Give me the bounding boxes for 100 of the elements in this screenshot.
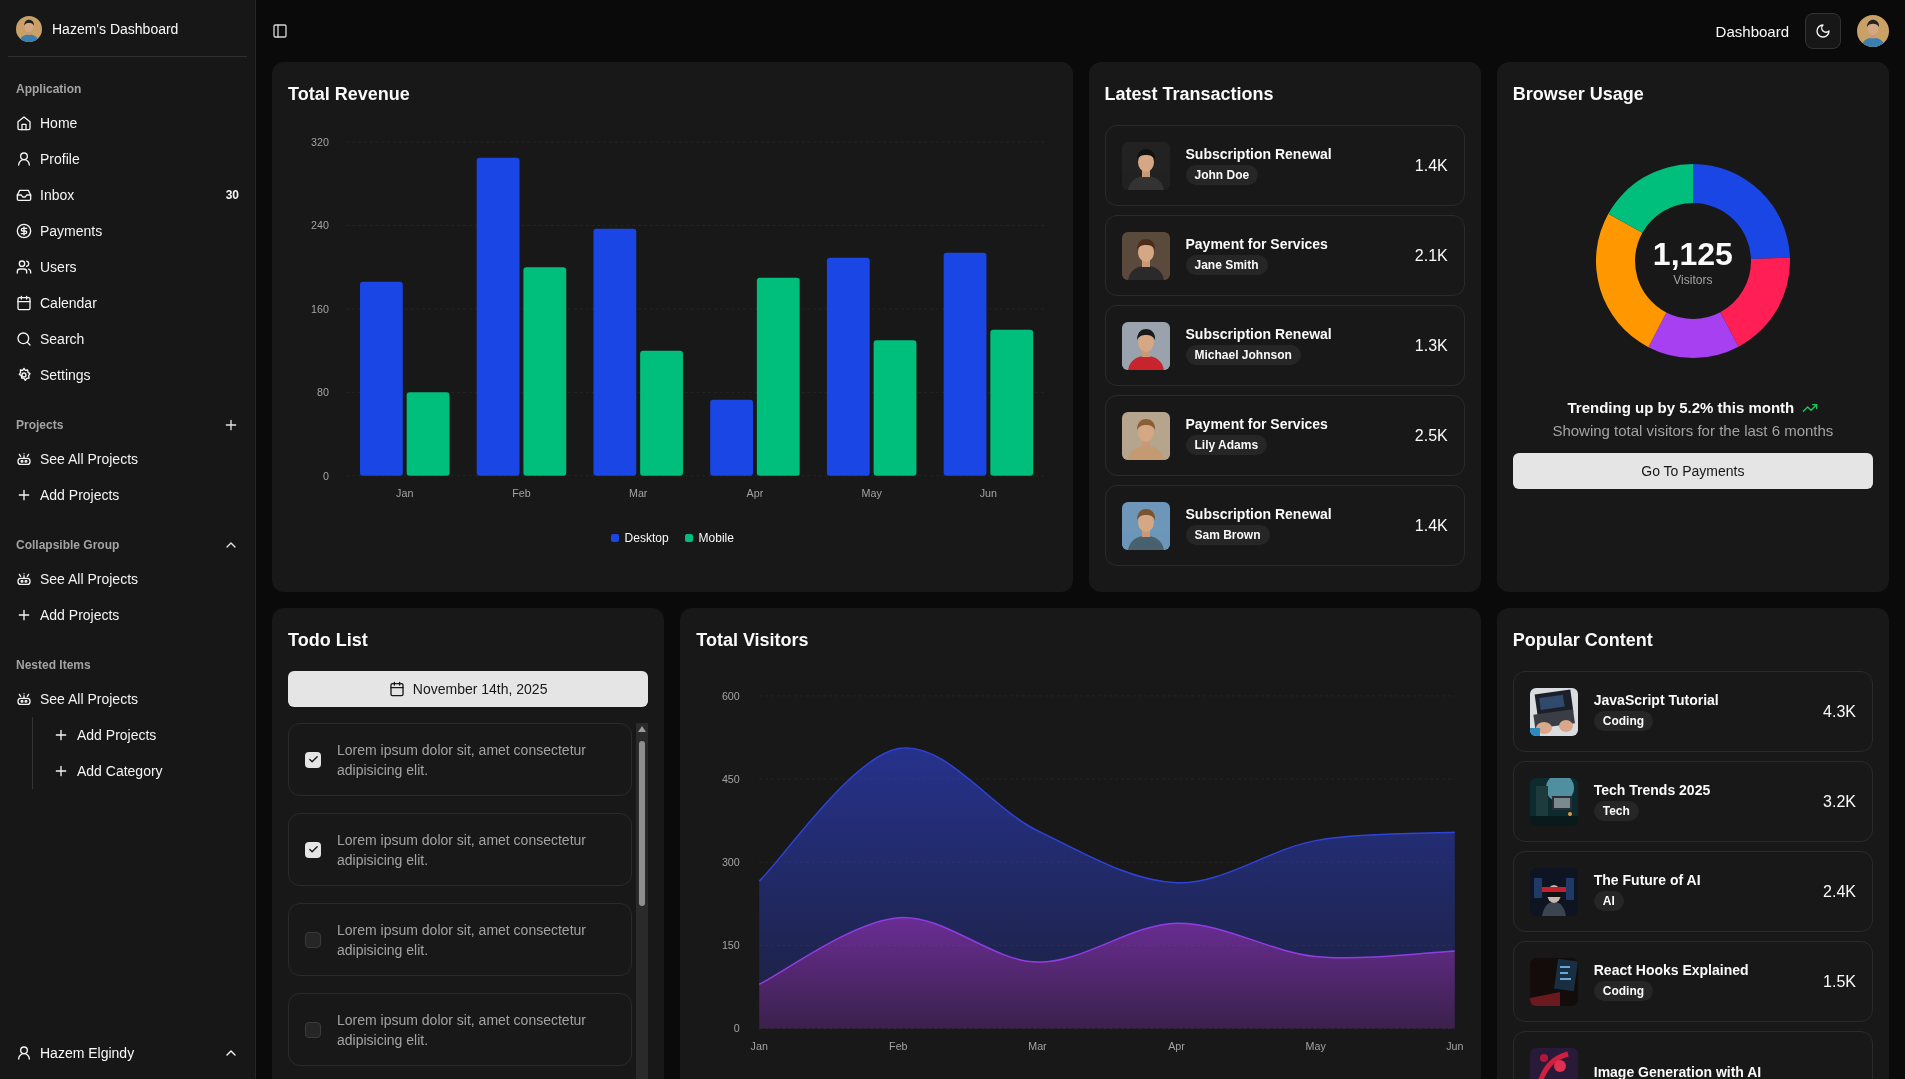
moon-icon [1815, 23, 1831, 39]
axis-label: 600 [722, 689, 741, 702]
sidebar-item[interactable]: Home [8, 105, 247, 141]
user-icon [16, 1045, 32, 1061]
todo-text: Lorem ipsum dolor sit, amet consectetur adipisicing elit. [337, 920, 587, 960]
amount: 2.1K [1414, 246, 1448, 265]
transaction-title: Payment for Services [1185, 416, 1328, 432]
home-icon [16, 115, 32, 131]
sidebar-item[interactable]: Add Category [45, 753, 247, 789]
trend-text: Trending up by 5.2% this month [1567, 399, 1795, 416]
content-title: The Future of AI [1593, 872, 1701, 888]
sidebar-item[interactable]: Users [8, 249, 247, 285]
page-title: Dashboard [1715, 22, 1789, 40]
visitor-total: 1,125 [1652, 235, 1733, 273]
sidebar-item[interactable]: See All Projects [8, 681, 247, 717]
amount: 1.4K [1414, 156, 1448, 175]
axis-label: 0 [734, 1022, 741, 1035]
axis-label: Feb [889, 1040, 908, 1052]
axis-label: May [1305, 1040, 1326, 1052]
content-row[interactable]: Image Generation with AI [1512, 1031, 1873, 1079]
users-icon [16, 259, 32, 275]
transaction-row[interactable]: Subscription Renewal John Doe 1.4K [1104, 125, 1465, 206]
category-tag: AI [1593, 891, 1624, 911]
user-name: Hazem Elgindy [40, 1045, 135, 1061]
axis-label: Feb [512, 487, 531, 500]
axis-label: Apr [746, 487, 764, 500]
amount: 1.3K [1414, 336, 1448, 355]
payments-button[interactable]: Go To Payments [1512, 453, 1873, 489]
sidebar-item[interactable]: Calendar [8, 285, 247, 321]
axis-label: Jun [1446, 1040, 1464, 1052]
card-title: Todo List [288, 630, 369, 651]
checkbox[interactable] [305, 1021, 321, 1038]
trend-note: Showing total visitors for the last 6 months [1551, 422, 1835, 439]
robot-icon [16, 451, 32, 467]
content-row[interactable]: React Hooks Explained Coding 1.5K [1512, 941, 1873, 1022]
checkbox[interactable] [305, 751, 321, 768]
sidebar-item[interactable]: Add Projects [8, 597, 247, 633]
unread-count: 30 [225, 188, 239, 202]
name-tag: Sam Brown [1185, 525, 1270, 545]
date-picker-button[interactable]: November 14th, 2025 [288, 671, 649, 707]
transaction-row[interactable]: Subscription Renewal Michael Johnson 1.3K [1104, 305, 1465, 386]
check-icon [307, 754, 319, 765]
sidebar-item[interactable]: Inbox 30 [8, 177, 247, 213]
scroll-arrow-icon[interactable] [638, 726, 647, 732]
sidebar-item[interactable]: Profile [8, 141, 247, 177]
sidebar-item[interactable]: Add Projects [8, 477, 247, 513]
plus-icon [53, 763, 69, 779]
group-label: Application [16, 82, 82, 96]
inbox-icon [16, 187, 32, 203]
sidebar-item[interactable]: See All Projects [8, 441, 247, 477]
sidebar-item[interactable]: See All Projects [8, 561, 247, 597]
axis-label: 450 [722, 772, 741, 785]
checkbox[interactable] [305, 841, 321, 858]
view-count: 3.2K [1823, 792, 1856, 811]
content-row[interactable]: The Future of AI AI 2.4K [1512, 851, 1873, 932]
axis-label: 0 [322, 469, 329, 482]
scrollbar[interactable] [636, 723, 649, 1079]
transaction-row[interactable]: Payment for Services Lily Adams 2.5K [1104, 395, 1465, 476]
todo-text: Lorem ipsum dolor sit, amet consectetur adipisicing elit. [337, 740, 587, 780]
workspace-title: Hazem's Dashboard [52, 21, 179, 37]
transaction-row[interactable]: Payment for Services Jane Smith 2.1K [1104, 215, 1465, 296]
sidebar-toggle-icon [272, 23, 288, 39]
transaction-title: Subscription Renewal [1185, 326, 1332, 342]
theme-toggle-button[interactable] [1805, 13, 1841, 49]
axis-label: 160 [311, 302, 329, 315]
axis-label: Mar [629, 487, 648, 500]
sidebar-item[interactable]: Search [8, 321, 247, 357]
settings-icon [16, 367, 32, 383]
plus-icon [16, 487, 32, 503]
category-tag: Tech [1593, 801, 1639, 821]
transaction-title: Subscription Renewal [1185, 146, 1332, 162]
transaction-title: Subscription Renewal [1185, 506, 1332, 522]
sidebar-item[interactable]: Payments [8, 213, 247, 249]
content-title: Image Generation with AI [1593, 1063, 1762, 1079]
view-count: 1.5K [1823, 972, 1856, 991]
todo-text: Lorem ipsum dolor sit, amet consectetur adipisicing elit. [337, 1010, 587, 1050]
axis-label: Jun [979, 487, 997, 500]
sidebar-item[interactable]: Add Projects [45, 717, 247, 753]
content-row[interactable]: Tech Trends 2025 Tech 3.2K [1512, 761, 1873, 842]
total-label: Visitors [1673, 272, 1713, 287]
card-title: Latest Transactions [1104, 84, 1275, 105]
axis-label: 300 [722, 856, 741, 869]
legend-label: Mobile [698, 531, 734, 545]
axis-label: 320 [311, 136, 329, 148]
axis-label: 80 [316, 386, 329, 399]
amount: 2.5K [1414, 426, 1448, 445]
plus-icon [16, 607, 32, 623]
transaction-title: Payment for Services [1185, 236, 1328, 252]
calendar-icon [388, 681, 405, 697]
avatar[interactable] [1857, 15, 1889, 47]
todo-text: Lorem ipsum dolor sit, amet consectetur adipisicing elit. [337, 830, 587, 870]
axis-label: 240 [311, 219, 329, 232]
card-title: Total Revenue [288, 84, 411, 105]
name-tag: Jane Smith [1185, 255, 1268, 275]
check-icon [307, 844, 319, 855]
content-row[interactable]: JavaScript Tutorial Coding 4.3K [1512, 671, 1873, 752]
content-title: React Hooks Explained [1593, 962, 1749, 978]
checkbox[interactable] [305, 931, 321, 948]
transaction-row[interactable]: Subscription Renewal Sam Brown 1.4K [1104, 485, 1465, 566]
sidebar-item[interactable]: Settings [8, 357, 247, 393]
